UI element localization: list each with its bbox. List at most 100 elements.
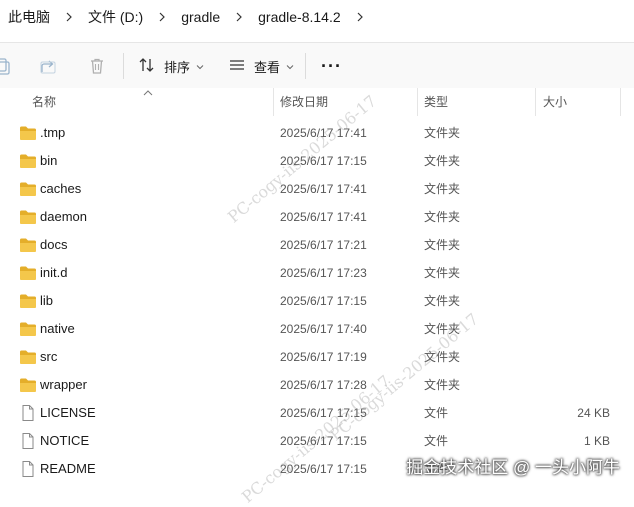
file-name: caches [40,181,82,196]
file-name: bin [40,153,58,168]
file-date-modified: 2025/6/17 17:15 [280,154,367,168]
file-name: init.d [40,265,68,280]
share-icon[interactable] [38,56,58,76]
file-name: daemon [40,209,87,224]
file-date-modified: 2025/6/17 17:19 [280,350,367,364]
file-type: 文件夹 [424,154,461,168]
file-name: wrapper [40,377,87,392]
file-name: native [40,321,75,336]
column-divider[interactable] [620,88,621,116]
sort-icon [138,56,156,77]
column-size[interactable]: 大小 [543,88,567,116]
file-type: 文件 [424,406,449,420]
breadcrumb-item-gradle-8-14-2[interactable]: gradle-8.14.2 [258,9,341,25]
file-row[interactable]: native 2025/6/17 17:40 文件夹 [0,315,634,343]
file-name: README [40,461,96,476]
folder-icon [19,181,37,197]
source-credit-overlay: 掘金技术社区 @ 一头小阿牛 [406,458,620,477]
file-row[interactable]: LICENSE 2025/6/17 17:15 文件 24 KB [0,399,634,427]
file-type: 文件夹 [424,126,461,140]
file-type: 文件夹 [424,238,461,252]
file-date-modified: 2025/6/17 17:15 [280,462,367,476]
file-date-modified: 2025/6/17 17:40 [280,322,367,336]
chevron-down-icon [196,59,204,74]
file-row[interactable]: caches 2025/6/17 17:41 文件夹 [0,175,634,203]
column-date-modified[interactable]: 修改日期 [280,88,328,116]
file-type: 文件夹 [424,266,461,280]
file-name: .tmp [40,125,66,140]
file-date-modified: 2025/6/17 17:28 [280,378,367,392]
file-size: 1 KB [583,434,610,448]
breadcrumb: 此电脑 文件 (D:) gradle gradle-8.14.2 [0,0,634,34]
file-row[interactable]: src 2025/6/17 17:19 文件夹 [0,343,634,371]
file-name: docs [40,237,68,252]
file-type: 文件 [424,434,449,448]
file-date-modified: 2025/6/17 17:15 [280,434,367,448]
column-divider[interactable] [273,88,274,116]
file-list: .tmp 2025/6/17 17:41 文件夹 bin 2025/6/17 17:15… [0,119,634,483]
file-name: NOTICE [40,433,90,448]
file-row[interactable]: init.d 2025/6/17 17:23 文件夹 [0,259,634,287]
sort-ascending-icon [143,85,153,100]
breadcrumb-item-gradle[interactable]: gradle [181,9,220,25]
file-date-modified: 2025/6/17 17:41 [280,210,367,224]
view-button[interactable]: 查看 [228,53,294,79]
file-date-modified: 2025/6/17 17:41 [280,126,367,140]
breadcrumb-item-drive-d[interactable]: 文件 (D:) [88,7,143,27]
file-icon [19,461,37,477]
column-type[interactable]: 类型 [424,88,448,116]
file-date-modified: 2025/6/17 17:15 [280,406,367,420]
view-button-label: 查看 [254,59,281,75]
folder-icon [19,293,37,309]
breadcrumb-item-this-pc[interactable]: 此电脑 [8,7,50,27]
folder-icon [19,265,37,281]
column-header: 名称 修改日期 类型 大小 [0,88,634,116]
chevron-right-icon[interactable] [64,12,74,22]
file-row[interactable]: docs 2025/6/17 17:21 文件夹 [0,231,634,259]
chevron-right-icon[interactable] [355,12,365,22]
folder-icon [19,349,37,365]
sort-button-label: 排序 [164,59,191,75]
folder-icon [19,209,37,225]
copy-icon[interactable] [0,56,12,76]
delete-icon[interactable] [87,56,107,76]
folder-icon [19,153,37,169]
sort-button[interactable]: 排序 [138,53,204,79]
file-date-modified: 2025/6/17 17:15 [280,294,367,308]
file-type: 文件夹 [424,210,461,224]
file-name: lib [40,293,54,308]
file-icon [19,433,37,449]
toolbar-divider [123,53,124,79]
file-type: 文件夹 [424,322,461,336]
file-type: 文件夹 [424,294,461,308]
file-row[interactable]: daemon 2025/6/17 17:41 文件夹 [0,203,634,231]
column-name[interactable]: 名称 [32,88,56,116]
file-row[interactable]: lib 2025/6/17 17:15 文件夹 [0,287,634,315]
view-list-icon [228,56,246,77]
chevron-down-icon [286,59,294,74]
file-name: LICENSE [40,405,96,420]
folder-icon [19,125,37,141]
file-row[interactable]: .tmp 2025/6/17 17:41 文件夹 [0,119,634,147]
column-divider[interactable] [417,88,418,116]
file-icon [19,405,37,421]
toolbar-divider [305,53,306,79]
chevron-right-icon[interactable] [157,12,167,22]
file-type: 文件夹 [424,378,461,392]
more-options-button[interactable]: ··· [321,53,342,79]
folder-icon [19,237,37,253]
file-date-modified: 2025/6/17 17:21 [280,238,367,252]
folder-icon [19,321,37,337]
folder-icon [19,377,37,393]
file-date-modified: 2025/6/17 17:41 [280,182,367,196]
column-divider[interactable] [535,88,536,116]
file-row[interactable]: bin 2025/6/17 17:15 文件夹 [0,147,634,175]
file-row[interactable]: wrapper 2025/6/17 17:28 文件夹 [0,371,634,399]
file-type: 文件夹 [424,350,461,364]
file-row[interactable]: NOTICE 2025/6/17 17:15 文件 1 KB [0,427,634,455]
command-bar: 排序 查看 ··· [0,42,634,90]
file-name: src [40,349,58,364]
file-type: 文件夹 [424,182,461,196]
chevron-right-icon[interactable] [234,12,244,22]
file-size: 24 KB [577,406,610,420]
